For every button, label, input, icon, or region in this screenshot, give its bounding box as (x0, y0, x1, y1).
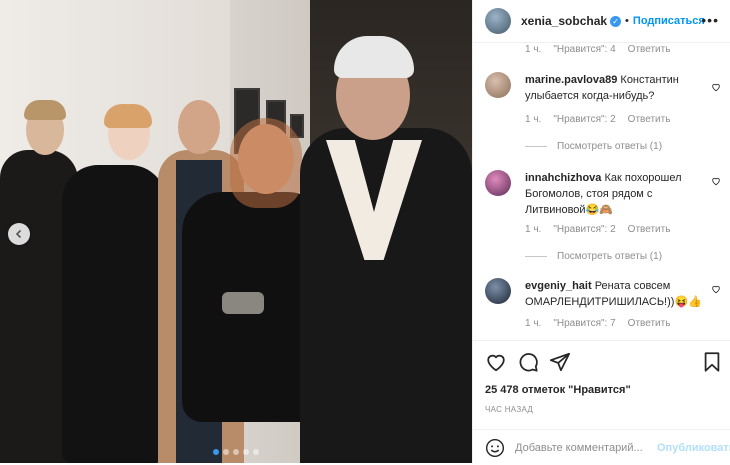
post-header: xenia_sobchak ✓ • Подписаться ••• (473, 0, 730, 43)
comment-likes[interactable]: "Нравится": 2 (553, 224, 615, 235)
comment-input[interactable] (513, 440, 657, 455)
comment-item: evgeniy_hait Рената совсем ОМАРЛЕНДИТРИШ… (485, 278, 721, 338)
person-head (178, 100, 220, 154)
comment-likes[interactable]: "Нравится": 2 (553, 114, 615, 125)
comment-meta: 1 ч. "Нравится": 2 Ответить (525, 224, 670, 235)
avatar[interactable] (485, 170, 511, 196)
post-photo[interactable] (0, 0, 472, 463)
comment-meta: 1 ч. "Нравится": 4 Ответить (525, 44, 670, 55)
person-hair (104, 104, 152, 128)
likes-count[interactable]: 25 478 отметок "Нравится" (485, 384, 631, 396)
chevron-left-icon (15, 229, 22, 239)
avatar[interactable] (485, 72, 511, 98)
carousel-dot (233, 449, 239, 455)
comment-time: 1 ч. (525, 114, 542, 125)
view-replies-button[interactable]: Посмотреть ответы (1) (525, 141, 662, 152)
person-hair (230, 118, 302, 208)
add-comment-bar: Опубликовать (473, 429, 730, 465)
post-username[interactable]: xenia_sobchak (521, 14, 607, 28)
header-separator: • (625, 15, 629, 27)
comment-username[interactable]: innahchizhova (525, 172, 601, 184)
reply-button[interactable]: Ответить (628, 318, 671, 329)
comment-item: innahchizhova Как похорошел Богомолов, с… (485, 170, 721, 280)
reply-button[interactable]: Ответить (628, 114, 671, 125)
post-panel: xenia_sobchak ✓ • Подписаться ••• 1 ч. "… (472, 0, 730, 463)
reply-button[interactable]: Ответить (628, 44, 671, 55)
avatar[interactable] (485, 8, 511, 34)
comment-body: evgeniy_hait Рената совсем ОМАРЛЕНДИТРИШ… (525, 278, 705, 310)
heart-icon[interactable] (485, 351, 507, 373)
post-time: ЧАС НАЗАД (485, 405, 534, 414)
comment-body: innahchizhova Как похорошел Богомолов, с… (525, 170, 705, 218)
comment-username[interactable]: marine.pavlova89 (525, 74, 617, 86)
comment-time: 1 ч. (525, 44, 542, 55)
emoji-icon[interactable] (485, 438, 505, 458)
comment-meta: 1 ч. "Нравится": 2 Ответить (525, 114, 670, 125)
comments-list[interactable]: 1 ч. "Нравится": 4 Ответить marine.pavlo… (473, 42, 730, 340)
comment-icon[interactable] (517, 351, 539, 373)
action-icons (483, 349, 723, 377)
verified-icon: ✓ (610, 15, 622, 27)
divider (525, 256, 547, 257)
carousel-dot (253, 449, 259, 455)
comment-likes[interactable]: "Нравится": 4 (553, 44, 615, 55)
more-options-icon[interactable]: ••• (701, 12, 719, 28)
comment-meta: 1 ч. "Нравится": 7 Ответить (525, 318, 670, 329)
person-figure (62, 165, 166, 463)
carousel-dot (243, 449, 249, 455)
reply-button[interactable]: Ответить (628, 224, 671, 235)
avatar[interactable] (485, 278, 511, 304)
comment-time: 1 ч. (525, 318, 542, 329)
comment-time: 1 ч. (525, 224, 542, 235)
view-replies-button[interactable]: Посмотреть ответы (1) (525, 251, 662, 262)
clutch-bag (222, 292, 264, 314)
carousel-prev-button[interactable] (8, 223, 30, 245)
share-icon[interactable] (549, 351, 571, 373)
comment-username[interactable]: evgeniy_hait (525, 280, 592, 292)
bookmark-icon[interactable] (701, 351, 723, 373)
view-replies-label: Посмотреть ответы (1) (557, 141, 663, 152)
heart-icon[interactable] (711, 284, 721, 294)
comment-likes[interactable]: "Нравится": 7 (553, 318, 615, 329)
post-actions: 25 478 отметок "Нравится" ЧАС НАЗАД Опуб… (473, 340, 730, 464)
follow-button[interactable]: Подписаться (633, 15, 705, 27)
person-hair (24, 100, 66, 120)
carousel-dot (213, 449, 219, 455)
comment-body: marine.pavlova89 Константин улыбается ко… (525, 72, 705, 104)
view-replies-label: Посмотреть ответы (1) (557, 251, 663, 262)
divider (525, 146, 547, 147)
publish-button[interactable]: Опубликовать (657, 442, 730, 454)
heart-icon[interactable] (711, 82, 721, 92)
comment-item: marine.pavlova89 Константин улыбается ко… (485, 72, 721, 182)
carousel-indicator (0, 449, 472, 455)
carousel-dot (223, 449, 229, 455)
heart-icon[interactable] (711, 176, 721, 186)
